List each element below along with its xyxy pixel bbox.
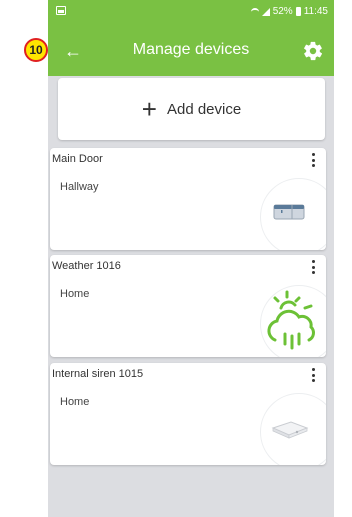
- device-location: Home: [60, 288, 90, 300]
- device-name: Internal siren 1015: [52, 368, 144, 380]
- add-device-button[interactable]: + Add device: [58, 78, 325, 140]
- siren-icon: [260, 393, 326, 465]
- device-card-siren[interactable]: Internal siren 1015 Home: [50, 363, 326, 465]
- wifi-icon: [250, 7, 259, 16]
- page-title: Manage devices: [132, 41, 250, 58]
- more-options-icon[interactable]: [308, 260, 318, 274]
- clock: 11:45: [303, 6, 328, 17]
- more-options-icon[interactable]: [308, 153, 318, 167]
- plus-icon: +: [141, 94, 157, 124]
- step-number-badge: 10: [24, 38, 48, 62]
- app-bar: ← Manage devices: [48, 26, 334, 76]
- gear-icon[interactable]: [302, 40, 324, 62]
- device-name: Weather 1016: [52, 260, 121, 272]
- weather-icon: [260, 285, 326, 357]
- add-device-label: Add device: [166, 100, 242, 118]
- status-indicators: 52% 11:45: [250, 6, 328, 17]
- more-options-icon[interactable]: [308, 368, 318, 382]
- device-card-weather[interactable]: Weather 1016 Home: [50, 255, 326, 357]
- status-bar: 52% 11:45: [48, 0, 334, 26]
- device-location: Hallway: [60, 181, 99, 193]
- device-name: Main Door: [52, 153, 103, 165]
- gallery-notification-icon: [56, 6, 66, 15]
- device-location: Home: [60, 396, 90, 408]
- signal-icon: [261, 7, 270, 16]
- door-sensor-icon: [260, 178, 326, 250]
- battery-icon: [295, 7, 301, 16]
- phone-screen: 52% 11:45 ← Manage devices + Add device …: [48, 0, 334, 517]
- battery-percent: 52%: [272, 6, 293, 17]
- device-card-main-door[interactable]: Main Door Hallway: [50, 148, 326, 250]
